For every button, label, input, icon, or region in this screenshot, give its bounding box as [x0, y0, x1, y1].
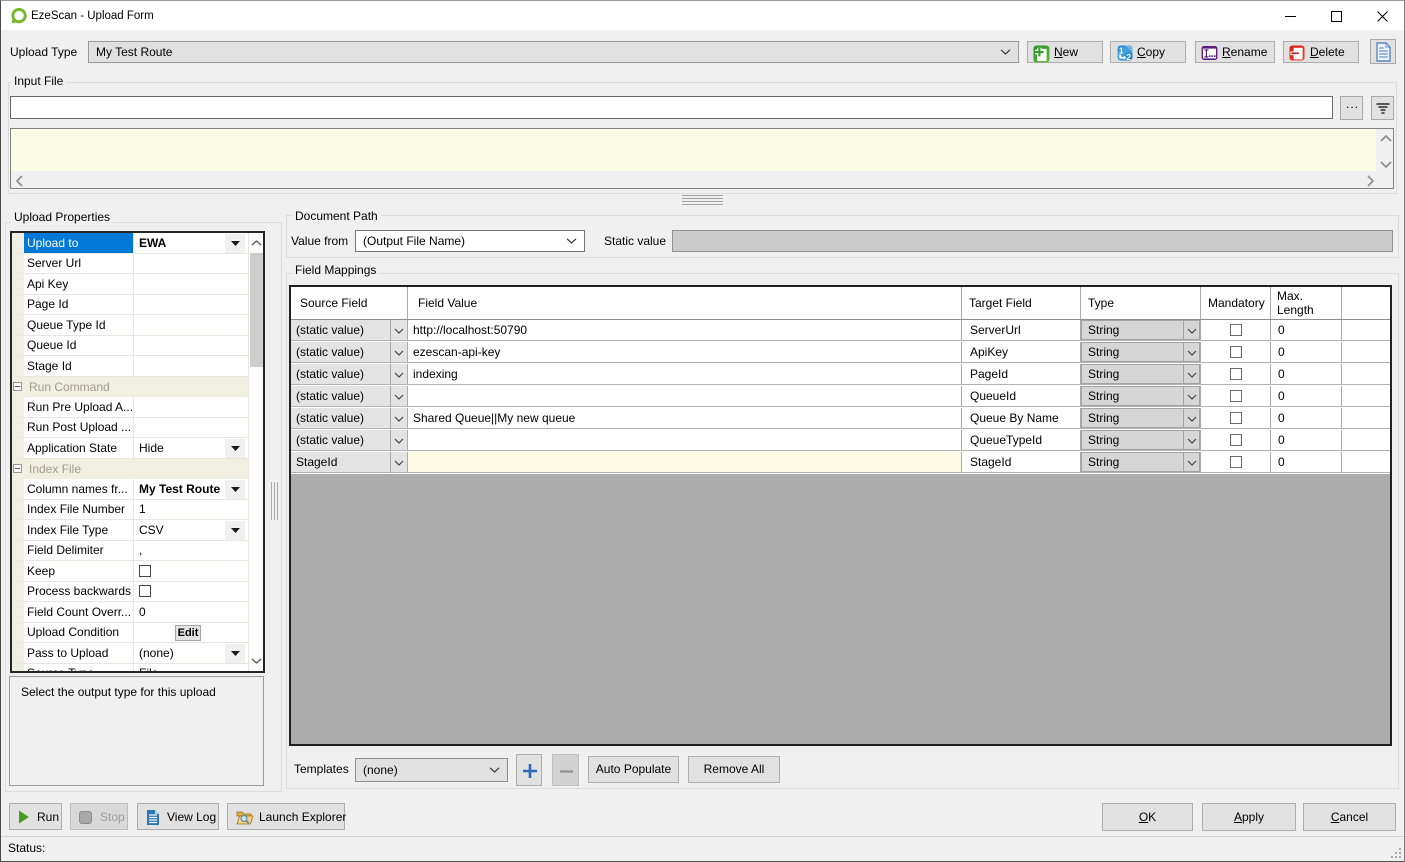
svg-text:2: 2 [1126, 52, 1131, 61]
svg-text:1: 1 [1119, 45, 1124, 55]
